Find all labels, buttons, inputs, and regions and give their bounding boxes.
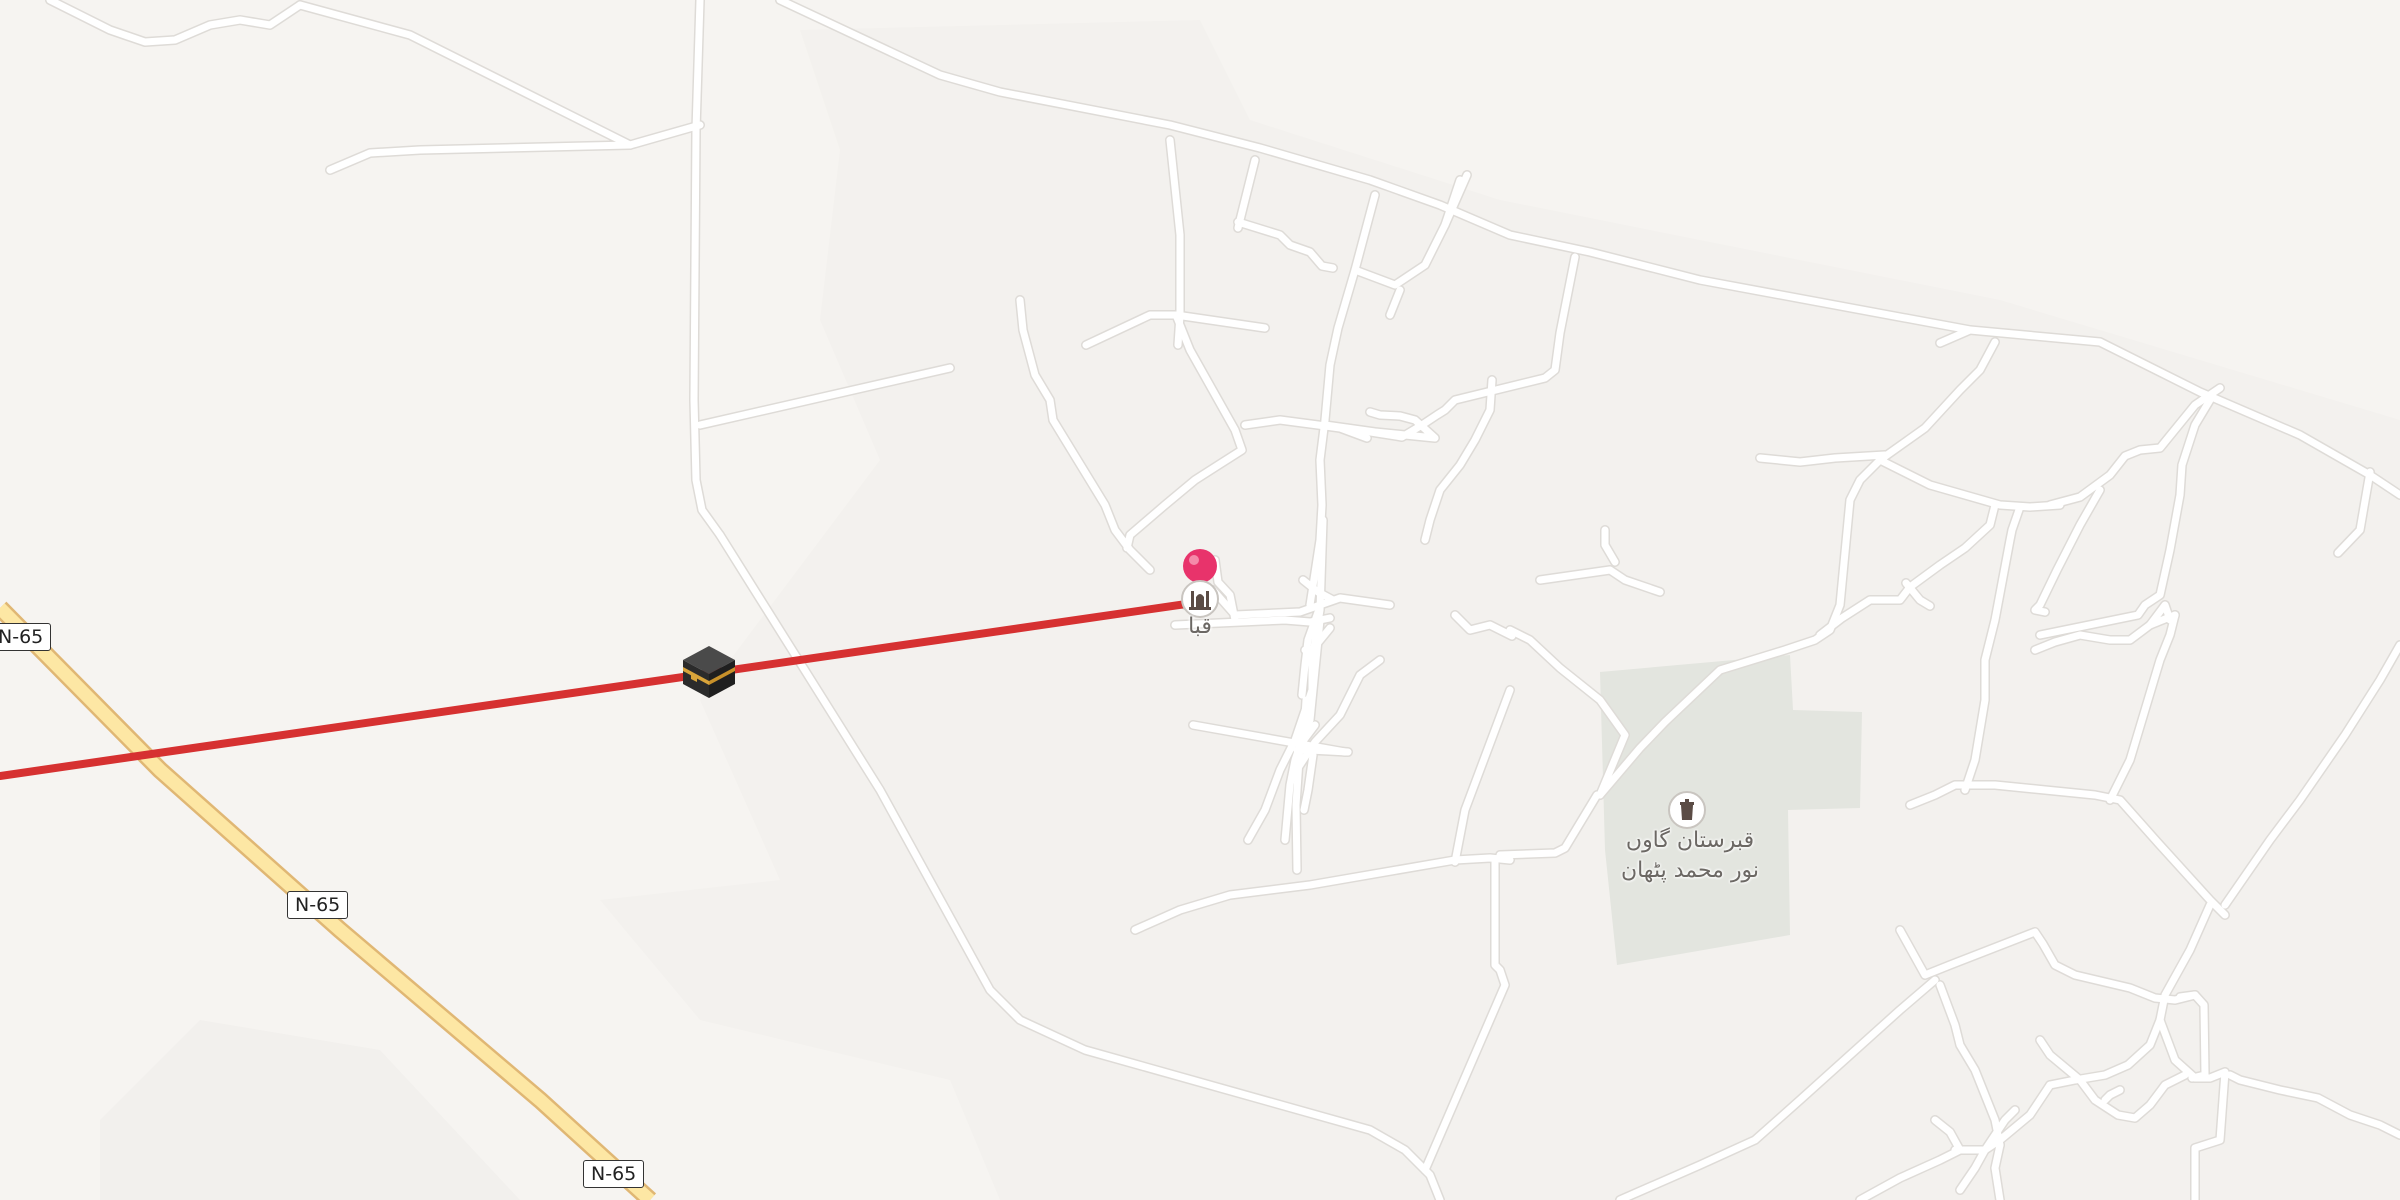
mosque-label: قبا (1188, 614, 1212, 639)
cemetery-label: قبرستان گاوں نور محمد پٹھان (1590, 826, 1790, 886)
highway-shield-n65: N-65 (0, 623, 52, 651)
mosque-icon[interactable] (1181, 580, 1219, 618)
land-shade (600, 20, 2400, 1200)
land-shade-southwest (100, 1020, 520, 1200)
cemetery-label-line2: نور محمد پٹھان (1620, 858, 1760, 883)
highway-shield-n65: N-65 (287, 891, 349, 919)
grave-icon[interactable] (1668, 791, 1706, 829)
mosque-glyph (1189, 591, 1211, 610)
highway-shield-n65: N-65 (583, 1160, 645, 1188)
cemetery-label-line1: قبرستان گاوں (1625, 828, 1755, 853)
map-view[interactable]: قبا قبرستان گاوں نور محمد پٹھان N-65 N-6… (0, 0, 2400, 1200)
grave-glyph (1680, 799, 1694, 820)
